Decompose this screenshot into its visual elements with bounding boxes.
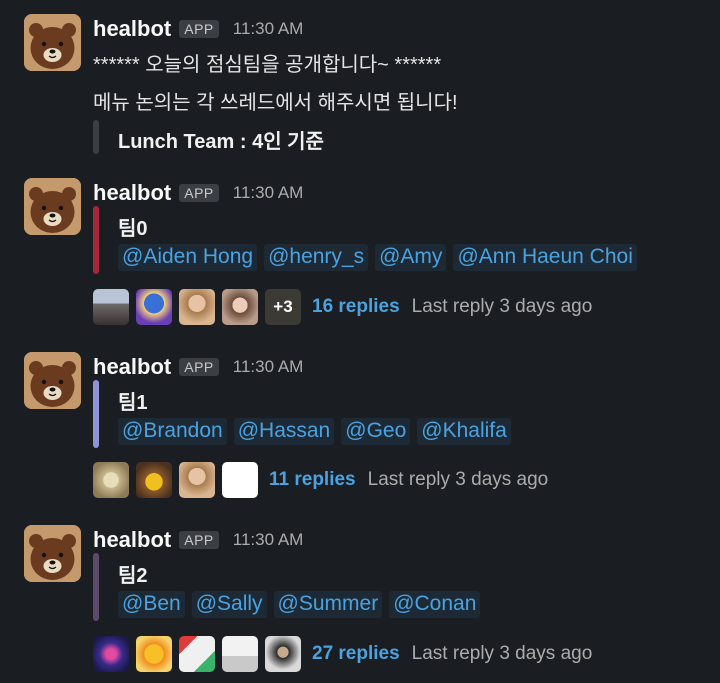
mention[interactable]: @henry_s bbox=[264, 244, 369, 271]
mention-list: @Brandon @Hassan @Geo @Khalifa bbox=[118, 418, 511, 445]
mention-list: @Aiden Hong @henry_s @Amy @Ann Haeun Cho… bbox=[118, 244, 637, 271]
mention[interactable]: @Sally bbox=[191, 591, 267, 618]
mention[interactable]: @Amy bbox=[375, 244, 447, 271]
attachment-title: Lunch Team : 4인 기준 bbox=[118, 131, 324, 153]
app-badge: APP bbox=[179, 358, 219, 376]
last-reply-time: Last reply 3 days ago bbox=[367, 469, 549, 490]
last-reply-time: Last reply 3 days ago bbox=[411, 296, 593, 317]
bot-avatar[interactable] bbox=[24, 14, 81, 71]
message-line-2: 메뉴 논의는 각 쓰레드에서 해주시면 됩니다! bbox=[93, 92, 458, 114]
mention[interactable]: @Hassan bbox=[233, 418, 335, 445]
attachment-color-bar bbox=[93, 206, 99, 274]
replier-avatar bbox=[93, 289, 129, 325]
thread-replies[interactable]: 11 replies Last reply 3 days ago bbox=[93, 462, 548, 498]
mention[interactable]: @Aiden Hong bbox=[118, 244, 258, 271]
replier-avatar bbox=[222, 636, 258, 672]
replier-avatar bbox=[222, 289, 258, 325]
team-title: 팀2 bbox=[118, 565, 148, 587]
sender-name[interactable]: healbot bbox=[93, 527, 171, 553]
message-line-1: ****** 오늘의 점심팀을 공개합니다~ ****** bbox=[93, 54, 442, 76]
team-title: 팀1 bbox=[118, 392, 148, 414]
timestamp[interactable]: 11:30 AM bbox=[233, 357, 304, 377]
attachment-color-bar bbox=[93, 553, 99, 621]
mention[interactable]: @Summer bbox=[273, 591, 383, 618]
attachment-bar bbox=[93, 120, 99, 154]
replier-avatar bbox=[179, 636, 215, 672]
mention[interactable]: @Khalifa bbox=[417, 418, 511, 445]
reply-count-link[interactable]: 16 replies bbox=[312, 296, 400, 318]
message-team-1: healbot APP 11:30 AM 팀1 @Brandon @Hassan… bbox=[0, 352, 720, 502]
reply-count-link[interactable]: 11 replies bbox=[269, 469, 356, 491]
app-badge: APP bbox=[179, 531, 219, 549]
attachment-color-bar bbox=[93, 380, 99, 448]
mention[interactable]: @Brandon bbox=[118, 418, 227, 445]
last-reply-time: Last reply 3 days ago bbox=[411, 643, 593, 664]
replier-avatar bbox=[136, 289, 172, 325]
replier-avatar bbox=[179, 462, 215, 498]
mention[interactable]: @Ann Haeun Choi bbox=[453, 244, 637, 271]
timestamp[interactable]: 11:30 AM bbox=[233, 183, 304, 203]
app-badge: APP bbox=[179, 184, 219, 202]
replier-avatar bbox=[93, 462, 129, 498]
replier-avatar bbox=[222, 462, 258, 498]
bot-avatar[interactable] bbox=[24, 178, 81, 235]
message-header: healbot APP 11:30 AM bbox=[93, 178, 303, 208]
mention[interactable]: @Conan bbox=[389, 591, 481, 618]
reply-count-link[interactable]: 27 replies bbox=[312, 643, 400, 665]
sender-name[interactable]: healbot bbox=[93, 180, 171, 206]
team-title: 팀0 bbox=[118, 218, 148, 240]
timestamp[interactable]: 11:30 AM bbox=[233, 530, 304, 550]
replier-avatar bbox=[179, 289, 215, 325]
bot-avatar[interactable] bbox=[24, 352, 81, 409]
timestamp[interactable]: 11:30 AM bbox=[233, 19, 304, 39]
replier-avatar bbox=[136, 636, 172, 672]
mention[interactable]: @Ben bbox=[118, 591, 185, 618]
sender-name[interactable]: healbot bbox=[93, 354, 171, 380]
replier-avatar bbox=[136, 462, 172, 498]
thread-replies[interactable]: +3 16 replies Last reply 3 days ago bbox=[93, 289, 592, 325]
message-header: healbot APP 11:30 AM bbox=[93, 525, 303, 555]
mention[interactable]: @Geo bbox=[341, 418, 411, 445]
message-team-2: healbot APP 11:30 AM 팀2 @Ben @Sally @Sum… bbox=[0, 525, 720, 675]
replier-avatar bbox=[93, 636, 129, 672]
replier-avatar bbox=[265, 636, 301, 672]
message-intro: healbot APP 11:30 AM ****** 오늘의 점심팀을 공개합… bbox=[0, 14, 720, 164]
message-team-0: healbot APP 11:30 AM 팀0 @Aiden Hong @hen… bbox=[0, 178, 720, 328]
message-header: healbot APP 11:30 AM bbox=[93, 14, 303, 44]
bot-avatar[interactable] bbox=[24, 525, 81, 582]
thread-replies[interactable]: 27 replies Last reply 3 days ago bbox=[93, 636, 592, 672]
mention-list: @Ben @Sally @Summer @Conan bbox=[118, 591, 481, 618]
more-repliers-count: +3 bbox=[265, 289, 301, 325]
sender-name[interactable]: healbot bbox=[93, 16, 171, 42]
app-badge: APP bbox=[179, 20, 219, 38]
message-header: healbot APP 11:30 AM bbox=[93, 352, 303, 382]
